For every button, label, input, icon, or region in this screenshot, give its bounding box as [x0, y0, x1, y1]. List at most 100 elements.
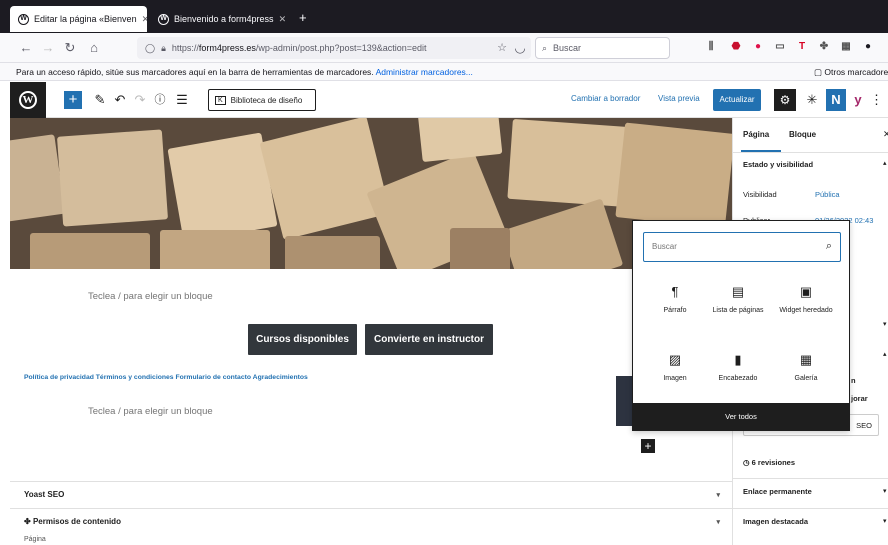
- browse-all-button[interactable]: Ver todos: [633, 403, 849, 431]
- chevron-down-icon[interactable]: ▾: [883, 517, 887, 525]
- status-visibility-heading[interactable]: Estado y visibilidad: [743, 160, 813, 169]
- tab-welcome[interactable]: W Bienvenido a form4press ✕: [150, 6, 292, 32]
- courses-button[interactable]: Cursos disponibles: [248, 324, 357, 355]
- home-icon[interactable]: ⌂: [86, 40, 102, 56]
- redo-icon[interactable]: ↷: [132, 91, 148, 109]
- block-item[interactable]: ▣ Widget heredado: [776, 283, 836, 314]
- list-view-icon[interactable]: ☰: [174, 91, 190, 109]
- search-icon: ⌕: [542, 42, 548, 53]
- reader-icon[interactable]: ▭: [774, 41, 786, 53]
- revisions-link[interactable]: ◷ 6 revisiones: [743, 458, 795, 467]
- update-button[interactable]: Actualizar: [713, 89, 761, 111]
- cover-image[interactable]: [10, 118, 732, 269]
- wordpress-icon: W: [158, 13, 169, 25]
- bookmarks-hint: Para un acceso rápido, sitúe sus marcado…: [16, 67, 374, 77]
- star-icon[interactable]: ✳: [804, 91, 820, 109]
- paragraph-icon: ¶: [671, 284, 679, 299]
- tab-page[interactable]: Página: [743, 130, 769, 139]
- shield-icon: ◯: [145, 42, 156, 53]
- url-bar[interactable]: ◯ 🔒︎ https://form4press.es/wp-admin/post…: [137, 37, 531, 59]
- content-permissions-panel[interactable]: ✤ Permisos de contenido ▾: [10, 508, 732, 535]
- chevron-down-icon[interactable]: ▾: [883, 487, 887, 495]
- library-icon: K: [215, 95, 226, 105]
- page-label: Página: [24, 536, 46, 543]
- preview-link[interactable]: Vista previa: [658, 94, 700, 103]
- block-placeholder[interactable]: Teclea / para elegir un bloque: [88, 406, 213, 417]
- block-item[interactable]: ▮ Encabezado: [708, 351, 768, 382]
- search-input[interactable]: ⌕ Buscar: [535, 37, 670, 59]
- bookmark-star-icon[interactable]: ☆: [497, 41, 507, 54]
- tab-label: Bienvenido a form4press: [174, 14, 274, 24]
- become-instructor-button[interactable]: Convierte en instructor: [365, 324, 493, 355]
- block-search-input[interactable]: Buscar ⌕: [643, 232, 841, 262]
- privacy-link[interactable]: Política de privacidad: [24, 374, 94, 381]
- wordpress-icon: W: [19, 91, 37, 109]
- ublock-icon[interactable]: ⬣: [730, 41, 742, 53]
- terms-link[interactable]: Términos y condiciones: [96, 374, 174, 381]
- tab-label: Editar la página «Bienven: [34, 14, 137, 24]
- history-icon: ◷: [743, 458, 752, 467]
- block-label: Imagen: [663, 375, 687, 382]
- switch-to-draft-link[interactable]: Cambiar a borrador: [571, 94, 640, 103]
- translate-icon[interactable]: T: [796, 41, 808, 53]
- search-icon: ⌕: [825, 240, 832, 252]
- block-item[interactable]: ▨ Imagen: [645, 351, 705, 382]
- chevron-down-icon: ▾: [716, 492, 720, 499]
- other-bookmarks[interactable]: ▢ Otros marcadores: [814, 67, 888, 78]
- extension-icon[interactable]: ✤: [818, 41, 830, 53]
- design-library-button[interactable]: K Biblioteca de diseño: [208, 89, 316, 111]
- visibility-value[interactable]: Pública: [815, 190, 840, 199]
- permalink-panel[interactable]: Enlace permanente: [743, 487, 812, 496]
- wordpress-logo[interactable]: W: [10, 82, 46, 118]
- block-label: Widget heredado: [779, 307, 833, 314]
- lock-icon: 🔒︎: [161, 42, 166, 53]
- yoast-icon[interactable]: y: [850, 91, 866, 109]
- close-icon[interactable]: ✕: [142, 14, 147, 25]
- account-icon[interactable]: ●: [862, 41, 874, 53]
- n-plugin-icon[interactable]: N: [826, 89, 846, 111]
- close-icon[interactable]: ✕: [279, 14, 287, 25]
- featured-image-panel[interactable]: Imagen destacada: [743, 517, 808, 526]
- new-tab-button[interactable]: +: [299, 10, 307, 25]
- heading-icon: ▮: [734, 352, 742, 367]
- tab-edit-page[interactable]: W Editar la página «Bienven ✕: [10, 6, 147, 32]
- widget-icon: ▣: [799, 284, 813, 299]
- pocket-icon[interactable]: ◡: [512, 40, 528, 56]
- block-label: Lista de páginas: [712, 307, 764, 314]
- chevron-down-icon[interactable]: ▾: [883, 320, 887, 328]
- browser-nav-bar: ← → ↻ ⌂ ◯ 🔒︎ https://form4press.es/wp-ad…: [0, 33, 888, 63]
- back-icon[interactable]: ←: [18, 40, 34, 56]
- block-item[interactable]: ¶ Párrafo: [645, 283, 705, 314]
- chevron-up-icon[interactable]: ▴: [883, 159, 887, 167]
- url-text: https://form4press.es/wp-admin/post.php?…: [171, 43, 427, 53]
- contact-link[interactable]: Formulario de contacto: [175, 374, 251, 381]
- add-block-button[interactable]: +: [641, 439, 655, 453]
- addon-icon[interactable]: ●: [752, 41, 764, 53]
- block-item[interactable]: ▦ Galería: [776, 351, 836, 382]
- editor-toolbar: W + ✎ ↶ ↷ ⓘ ☰ K Biblioteca de diseño Cam…: [10, 82, 888, 118]
- manage-bookmarks-link[interactable]: Administrar marcadores...: [376, 67, 473, 77]
- block-placeholder[interactable]: Teclea / para elegir un bloque: [88, 291, 213, 302]
- library-icon[interactable]: ⫼: [705, 41, 717, 53]
- visibility-label: Visibilidad: [743, 190, 777, 199]
- yoast-seo-panel[interactable]: Yoast SEO ▾: [10, 481, 732, 508]
- block-item[interactable]: ▤ Lista de páginas: [708, 283, 768, 314]
- details-icon[interactable]: ⓘ: [152, 91, 168, 109]
- image-icon: ▨: [668, 352, 682, 367]
- tools-icon[interactable]: ✎: [92, 91, 108, 109]
- chevron-down-icon: ▾: [716, 519, 720, 526]
- add-block-button[interactable]: +: [64, 91, 82, 109]
- wordpress-icon: W: [18, 13, 29, 25]
- undo-icon[interactable]: ↶: [112, 91, 128, 109]
- thanks-link[interactable]: Agradecimientos: [253, 374, 308, 381]
- tab-block[interactable]: Bloque: [789, 130, 816, 139]
- close-icon[interactable]: ✕: [883, 129, 888, 140]
- settings-icon[interactable]: ⚙: [774, 89, 796, 111]
- reload-icon[interactable]: ↻: [62, 40, 78, 56]
- chevron-up-icon[interactable]: ▴: [883, 350, 887, 358]
- forward-icon[interactable]: →: [40, 40, 56, 56]
- more-options-icon[interactable]: ⋮: [870, 91, 883, 109]
- block-label: Encabezado: [718, 375, 758, 382]
- grid-icon[interactable]: ▦: [840, 41, 852, 53]
- permissions-icon: ✤: [24, 517, 33, 526]
